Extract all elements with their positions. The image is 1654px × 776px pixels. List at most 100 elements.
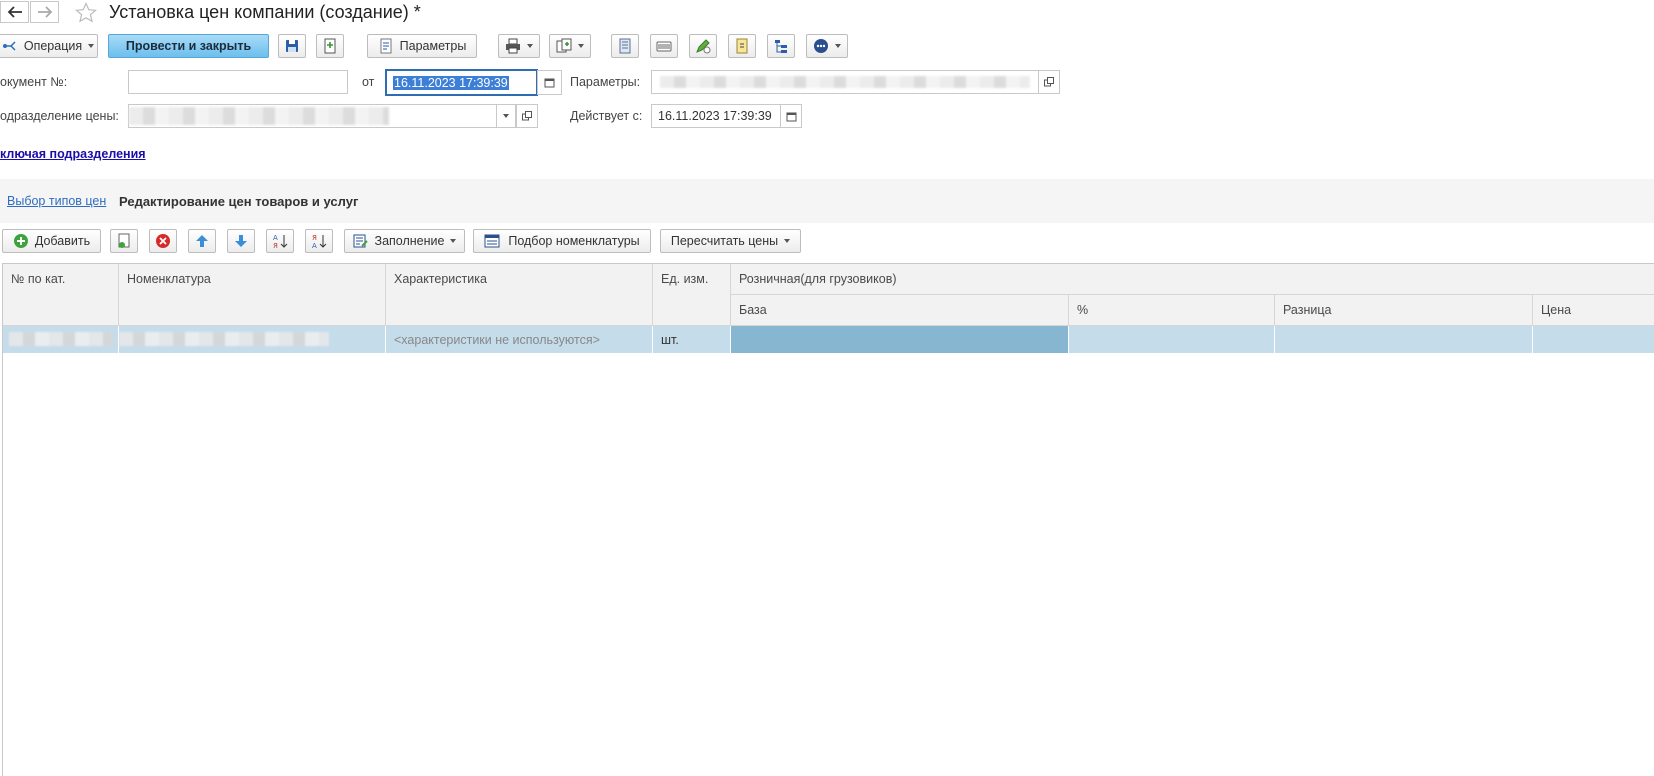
- open-icon: [522, 111, 532, 121]
- cell-unit[interactable]: шт.: [653, 326, 731, 353]
- include-divisions-link[interactable]: ключая подразделения: [0, 147, 146, 161]
- parameters-label: Параметры: [399, 39, 467, 53]
- prices-table[interactable]: № по кат. Номенклатура Характеристика Ед…: [2, 263, 1654, 776]
- forward-button[interactable]: [30, 1, 59, 23]
- copy-icon: [118, 233, 130, 248]
- division-dropdown-button[interactable]: [496, 104, 516, 128]
- barcode-button[interactable]: [650, 34, 678, 58]
- blurred-value: [119, 332, 329, 346]
- column-group-header-retail[interactable]: Розничная(для грузовиков): [731, 264, 1654, 295]
- parameters-field-label: Параметры:: [570, 75, 641, 89]
- svg-text:Я: Я: [273, 242, 278, 249]
- favorite-star-icon[interactable]: [74, 1, 98, 25]
- chevron-down-icon: [527, 44, 533, 48]
- column-header-base[interactable]: База: [731, 295, 1069, 326]
- column-header-percent[interactable]: %: [1069, 295, 1275, 326]
- date-picker-button[interactable]: [537, 70, 562, 95]
- save-button[interactable]: [278, 34, 306, 58]
- barcode-icon: [656, 41, 672, 52]
- arrow-down-icon: [235, 235, 247, 247]
- svg-text:А: А: [273, 234, 278, 242]
- blurred-value: [660, 76, 1030, 88]
- more-actions-button[interactable]: [806, 34, 848, 58]
- pencil-icon: [696, 39, 711, 54]
- create-based-on-button[interactable]: [549, 34, 591, 58]
- fill-button[interactable]: Заполнение: [344, 229, 465, 253]
- move-down-button[interactable]: [227, 229, 255, 253]
- copy-row-button[interactable]: [110, 229, 138, 253]
- column-header-characteristic[interactable]: Характеристика: [386, 264, 653, 326]
- parameters-open-button[interactable]: [1038, 70, 1060, 94]
- column-header-nomenclature[interactable]: Номенклатура: [119, 264, 386, 326]
- arrow-up-icon: [196, 235, 208, 247]
- doc-number-label: окумент №:: [0, 75, 68, 89]
- tab-select-price-types[interactable]: Выбор типов цен: [7, 194, 106, 208]
- document-date-input[interactable]: 16.11.2023 17:39:39: [385, 69, 538, 96]
- fill-label: Заполнение: [374, 234, 445, 248]
- parameters-button[interactable]: Параметры: [367, 34, 477, 58]
- column-header-price[interactable]: Цена: [1533, 295, 1654, 326]
- calendar-icon: [786, 112, 796, 121]
- column-header-difference[interactable]: Разница: [1275, 295, 1533, 326]
- arrow-right-icon: [37, 6, 52, 18]
- column-header-num[interactable]: № по кат.: [3, 264, 119, 326]
- tab-edit-prices[interactable]: Редактирование цен товаров и услуг: [119, 194, 358, 209]
- cell-price[interactable]: [1533, 326, 1654, 353]
- cell-base[interactable]: [731, 326, 1069, 353]
- recalculate-prices-button[interactable]: Пересчитать цены: [660, 229, 801, 253]
- more-icon: [814, 39, 828, 53]
- document-info-icon: [736, 38, 748, 54]
- valid-from-input[interactable]: 16.11.2023 17:39:39: [651, 104, 781, 128]
- chevron-down-icon: [578, 44, 584, 48]
- post-and-close-button[interactable]: Провести и закрыть: [108, 34, 269, 58]
- sort-descending-button[interactable]: ЯА: [305, 229, 333, 253]
- chevron-down-icon: [503, 114, 509, 118]
- save-icon: [286, 40, 298, 52]
- recalculate-prices-label: Пересчитать цены: [670, 234, 779, 248]
- svg-text:А: А: [312, 242, 317, 249]
- report-button[interactable]: [611, 34, 639, 58]
- cell-percent[interactable]: [1069, 326, 1275, 353]
- fill-icon: [353, 234, 368, 248]
- add-row-button[interactable]: Добавить: [2, 229, 101, 253]
- svg-text:Я: Я: [312, 234, 317, 242]
- pick-nomenclature-label: Подбор номенклатуры: [508, 234, 640, 248]
- post-button[interactable]: [316, 34, 344, 58]
- print-button[interactable]: [498, 34, 540, 58]
- chevron-down-icon: [88, 44, 95, 48]
- add-label: Добавить: [34, 234, 91, 248]
- column-header-unit[interactable]: Ед. изм.: [653, 264, 731, 326]
- back-button[interactable]: [0, 1, 29, 23]
- cell-num[interactable]: [3, 326, 119, 353]
- delete-row-button[interactable]: [149, 229, 177, 253]
- chevron-down-icon: [450, 239, 457, 243]
- chevron-down-icon: [835, 44, 841, 48]
- page-title: Установка цен компании (создание) *: [109, 2, 421, 22]
- parameters-icon: [380, 38, 392, 54]
- document-info-button[interactable]: [728, 34, 756, 58]
- division-open-button[interactable]: [516, 104, 538, 128]
- valid-from-label: Действует с:: [570, 109, 643, 123]
- delete-icon: [156, 234, 170, 248]
- parameters-input[interactable]: [651, 70, 1039, 94]
- structure-button[interactable]: [767, 34, 795, 58]
- move-up-button[interactable]: [188, 229, 216, 253]
- valid-from-date-picker-button[interactable]: [780, 104, 802, 128]
- list-pick-icon: [484, 234, 500, 248]
- doc-number-input[interactable]: [128, 70, 348, 94]
- date-from-label: от: [362, 75, 375, 89]
- cell-nomenclature[interactable]: [119, 326, 386, 353]
- operation-button[interactable]: Операция: [0, 34, 98, 58]
- price-division-input[interactable]: [128, 104, 497, 128]
- arrow-left-icon: [7, 6, 22, 18]
- cell-characteristic[interactable]: <характеристики не используются>: [386, 326, 653, 353]
- blurred-value: [129, 107, 389, 125]
- printer-icon: [506, 38, 520, 54]
- edit-button[interactable]: [689, 34, 717, 58]
- operation-icon: [2, 41, 16, 51]
- pick-nomenclature-button[interactable]: Подбор номенклатуры: [473, 229, 651, 253]
- cell-difference[interactable]: [1275, 326, 1533, 353]
- blurred-value: [9, 332, 113, 346]
- hierarchy-icon: [775, 40, 787, 53]
- sort-ascending-button[interactable]: АЯ: [266, 229, 294, 253]
